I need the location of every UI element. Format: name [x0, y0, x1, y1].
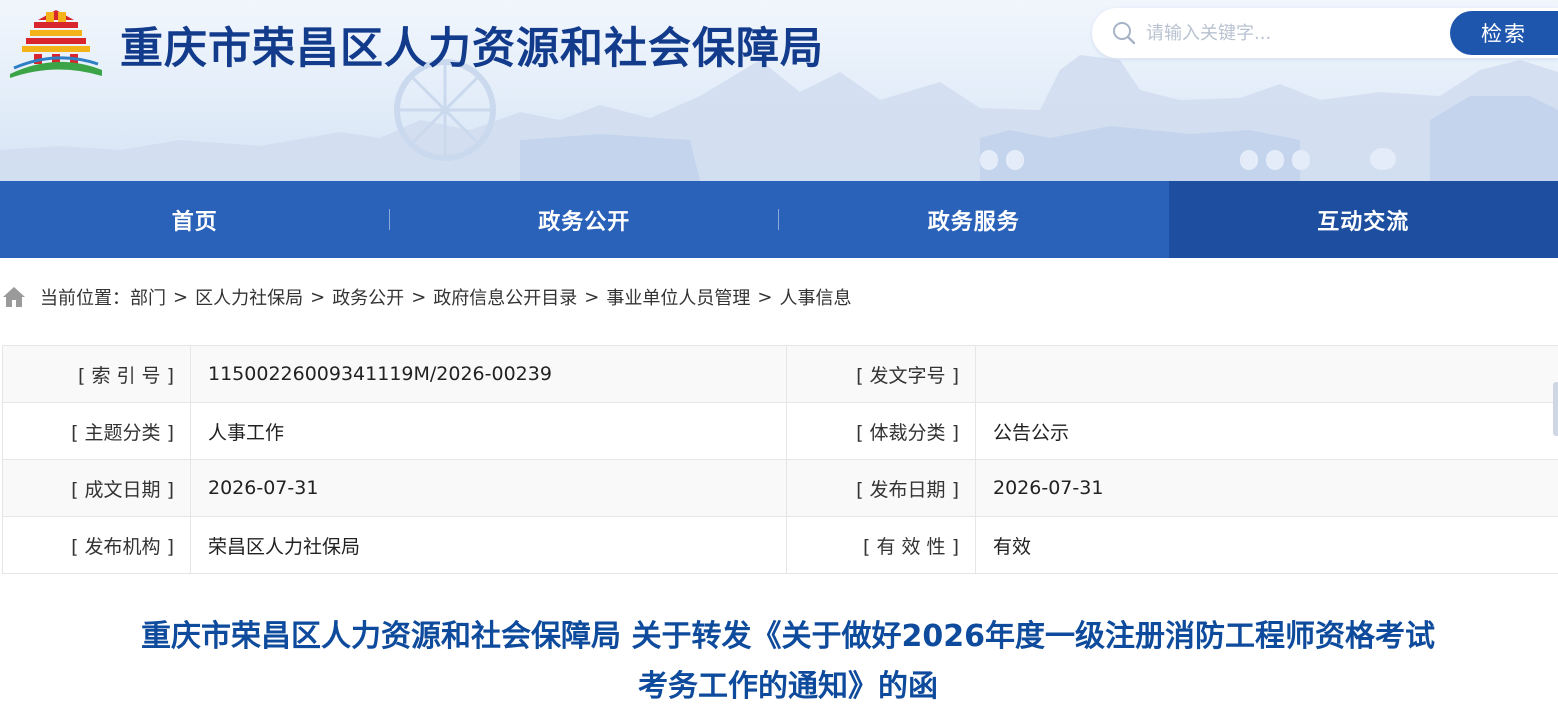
- breadcrumb-separator: >: [310, 287, 325, 308]
- rongchang-logo: [8, 6, 104, 78]
- home-icon: [2, 286, 26, 308]
- breadcrumb-separator: >: [757, 287, 772, 308]
- meta-label-index-number: [ 索 引 号 ]: [3, 346, 191, 403]
- search-button[interactable]: 检索: [1450, 11, 1558, 55]
- breadcrumb-item-personnel-info[interactable]: 人事信息: [779, 284, 851, 310]
- breadcrumb-item-staff-management[interactable]: 事业单位人员管理: [606, 284, 750, 310]
- breadcrumb: 当前位置： 部门 > 区人力社保局 > 政务公开 > 政府信息公开目录 > 事业…: [0, 284, 851, 310]
- breadcrumb-item-bureau[interactable]: 区人力社保局: [195, 284, 303, 310]
- table-row: [ 索 引 号 ] 11500226009341119M/2026-00239 …: [3, 346, 1558, 403]
- meta-label-publisher: [ 发布机构 ]: [3, 517, 191, 574]
- meta-value-publisher: 荣昌区人力社保局: [191, 517, 787, 574]
- site-header: 重庆市荣昌区人力资源和社会保障局 检索: [0, 0, 1558, 181]
- breadcrumb-prefix: 当前位置：: [40, 284, 130, 310]
- breadcrumb-item-info-catalog[interactable]: 政府信息公开目录: [433, 284, 577, 310]
- breadcrumb-separator: >: [411, 287, 426, 308]
- breadcrumb-separator: >: [173, 287, 188, 308]
- table-row: [ 成文日期 ] 2026-07-31 [ 发布日期 ] 2026-07-31: [3, 460, 1558, 517]
- meta-label-validity: [ 有 效 性 ]: [787, 517, 976, 574]
- meta-value-validity: 有效: [976, 517, 1558, 574]
- meta-value-genre: 公告公示: [976, 403, 1558, 460]
- meta-label-written-date: [ 成文日期 ]: [3, 460, 191, 517]
- meta-value-document-number: [976, 346, 1558, 403]
- nav-item-home[interactable]: 首页: [0, 181, 390, 258]
- article-title-line-2: 考务工作的通知》的函: [60, 662, 1516, 712]
- breadcrumb-item-department[interactable]: 部门: [130, 284, 166, 310]
- table-row: [ 发布机构 ] 荣昌区人力社保局 [ 有 效 性 ] 有效: [3, 517, 1558, 574]
- breadcrumb-item-government-affairs[interactable]: 政务公开: [332, 284, 404, 310]
- nav-item-government-affairs[interactable]: 政务公开: [390, 181, 780, 258]
- search-input[interactable]: [1146, 20, 1446, 46]
- meta-label-genre: [ 体裁分类 ]: [787, 403, 976, 460]
- meta-value-topic: 人事工作: [191, 403, 787, 460]
- side-float-tab[interactable]: [1553, 382, 1558, 436]
- nav-item-label: 政务服务: [928, 204, 1020, 236]
- meta-label-topic: [ 主题分类 ]: [3, 403, 191, 460]
- nav-item-government-services[interactable]: 政务服务: [779, 181, 1169, 258]
- article-title: 重庆市荣昌区人力资源和社会保障局 关于转发《关于做好2026年度一级注册消防工程…: [60, 612, 1516, 712]
- meta-label-publish-date: [ 发布日期 ]: [787, 460, 976, 517]
- document-meta-table: [ 索 引 号 ] 11500226009341119M/2026-00239 …: [2, 345, 1558, 574]
- article-title-line-1: 重庆市荣昌区人力资源和社会保障局 关于转发《关于做好2026年度一级注册消防工程…: [60, 612, 1516, 662]
- meta-value-publish-date: 2026-07-31: [976, 460, 1558, 517]
- search-icon: [1112, 21, 1136, 45]
- breadcrumb-separator: >: [584, 287, 599, 308]
- site-title: 重庆市荣昌区人力资源和社会保障局: [120, 14, 824, 76]
- nav-item-label: 首页: [172, 204, 218, 236]
- table-row: [ 主题分类 ] 人事工作 [ 体裁分类 ] 公告公示: [3, 403, 1558, 460]
- nav-item-label: 政务公开: [538, 204, 630, 236]
- nav-item-label: 互动交流: [1317, 204, 1409, 236]
- search-box: 检索: [1092, 8, 1558, 58]
- meta-value-index-number: 11500226009341119M/2026-00239: [191, 346, 787, 403]
- meta-label-document-number: [ 发文字号 ]: [787, 346, 976, 403]
- nav-item-interaction[interactable]: 互动交流: [1169, 181, 1558, 258]
- meta-value-written-date: 2026-07-31: [191, 460, 787, 517]
- main-nav: 首页 政务公开 政务服务 互动交流: [0, 181, 1558, 258]
